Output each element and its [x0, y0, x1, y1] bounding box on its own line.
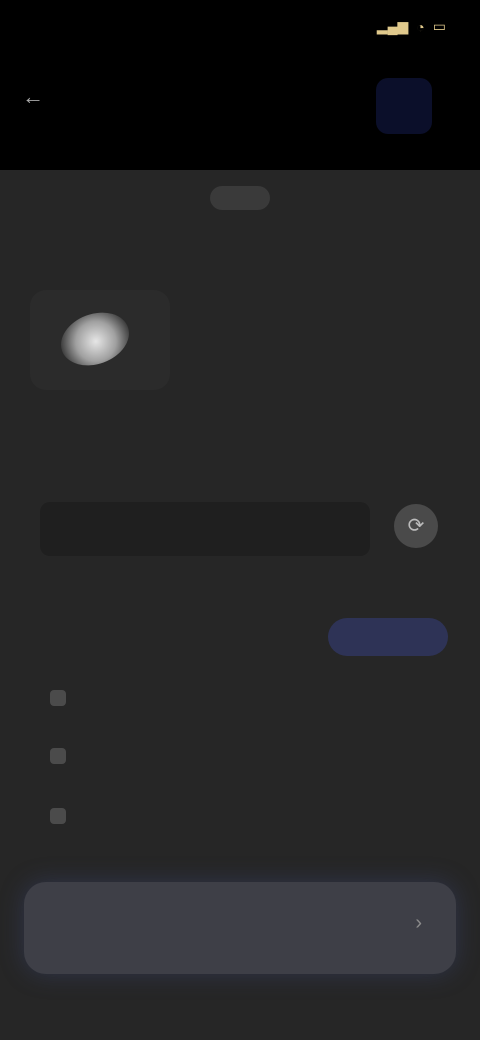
preview-image: [53, 303, 137, 375]
list-item[interactable]: [50, 796, 80, 836]
wifi-icon: ◔: [416, 18, 425, 35]
bullet-icon: [50, 748, 66, 764]
battery-icon: ▭: [432, 18, 446, 34]
list-item[interactable]: [50, 736, 80, 776]
sheet-handle[interactable]: [210, 186, 270, 210]
chip-button[interactable]: [328, 618, 448, 656]
status-bar: ▂▄▆ ◔ ▭: [0, 0, 480, 60]
text-input[interactable]: [40, 502, 370, 556]
image-preview[interactable]: [30, 290, 170, 390]
chevron-right-icon: ›: [415, 912, 422, 934]
list-item[interactable]: [50, 678, 80, 718]
text-field[interactable]: [40, 502, 370, 556]
back-button[interactable]: ←: [22, 84, 58, 112]
bullet-icon: [50, 808, 66, 824]
profile-thumbnail[interactable]: [376, 78, 432, 134]
bottom-sheet: ⟳ ›: [0, 170, 480, 1040]
bullet-icon: [50, 690, 66, 706]
refresh-icon[interactable]: ⟳: [394, 504, 438, 548]
system-icons: ▂▄▆ ◔ ▭: [377, 18, 446, 35]
signal-icon: ▂▄▆: [376, 18, 409, 34]
primary-action-button[interactable]: ›: [24, 882, 456, 974]
top-header: ←: [0, 60, 480, 170]
